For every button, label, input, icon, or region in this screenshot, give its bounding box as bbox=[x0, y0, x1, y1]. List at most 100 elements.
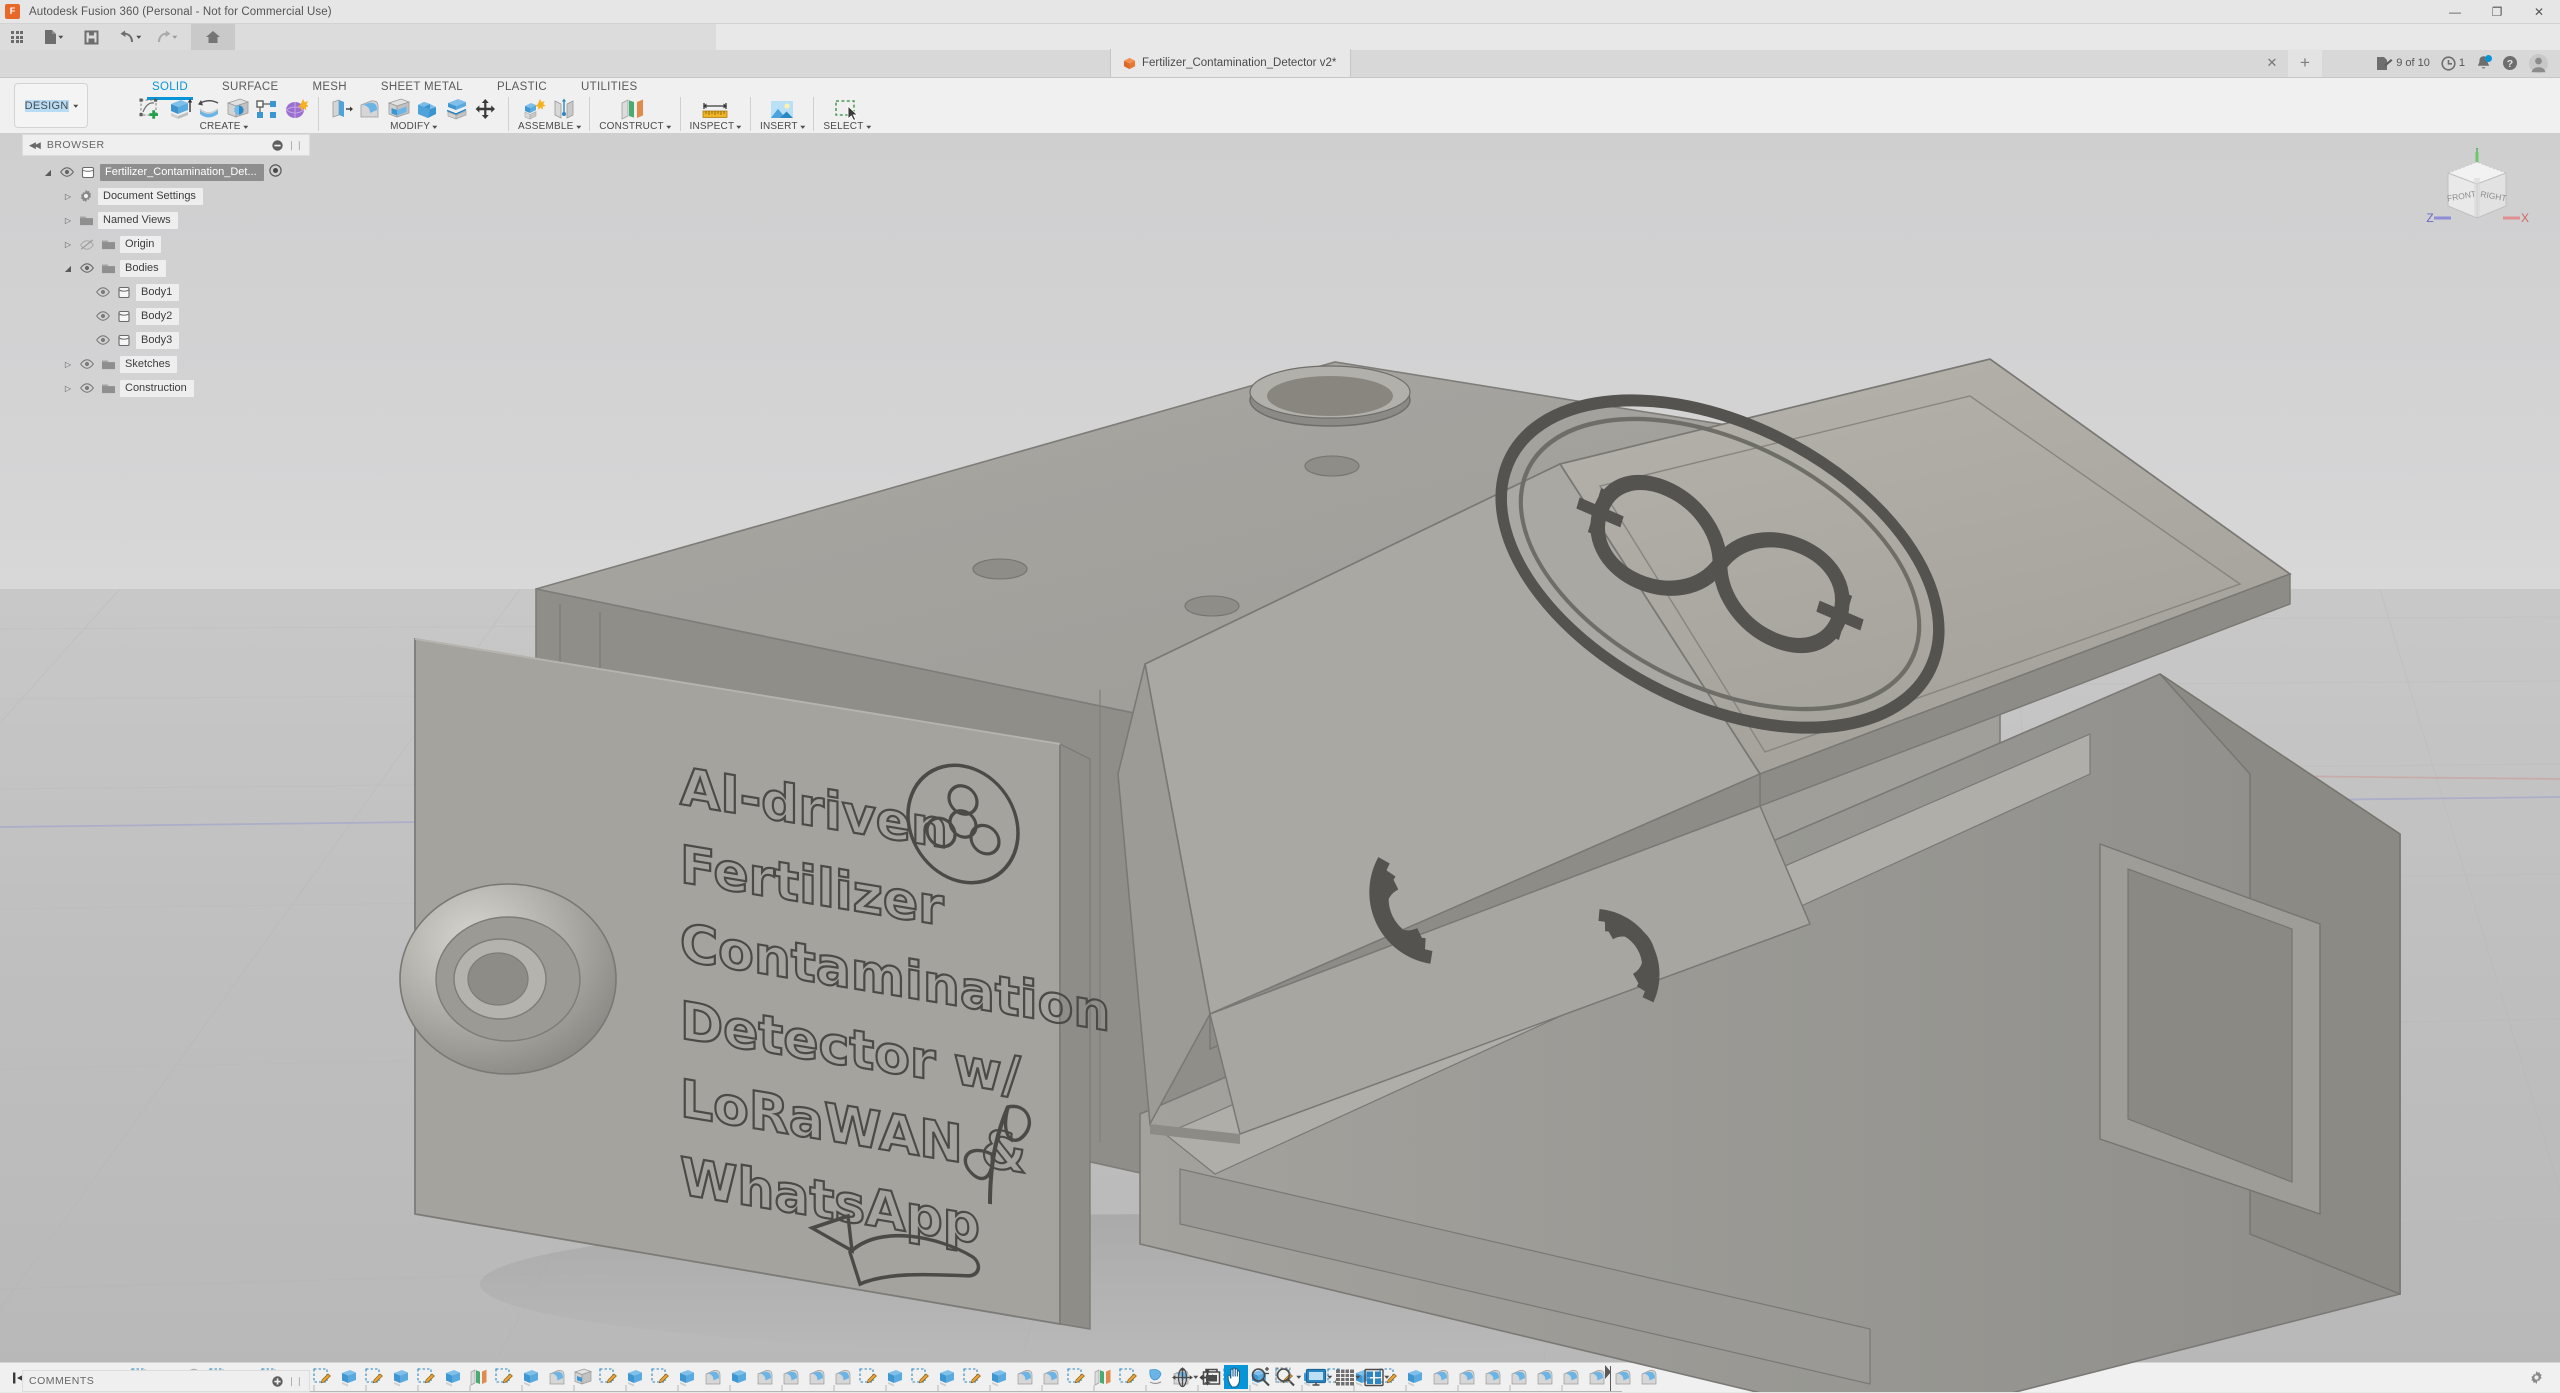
tree-item-body1[interactable]: Body1 bbox=[22, 280, 310, 304]
visibility-eye-icon[interactable] bbox=[92, 335, 114, 345]
expander-collapsed-icon[interactable]: ▷ bbox=[60, 384, 76, 393]
extrude-icon[interactable] bbox=[167, 97, 193, 122]
revolve-icon[interactable] bbox=[196, 97, 222, 122]
document-tab[interactable]: Fertilizer_Contamination_Detector v2* bbox=[1110, 49, 1351, 77]
tree-item-named-views[interactable]: ▷ Named Views bbox=[22, 208, 310, 232]
tab-utilities[interactable]: UTILITIES bbox=[564, 78, 654, 98]
tab-plastic[interactable]: PLASTIC bbox=[480, 78, 564, 98]
tree-item-body2[interactable]: Body2 bbox=[22, 304, 310, 328]
tree-item-construction[interactable]: ▷ Construction bbox=[22, 376, 310, 400]
browser-header[interactable]: ◀◀ BROWSER ❘❘ bbox=[22, 134, 310, 156]
tree-item-sketches[interactable]: ▷ Sketches bbox=[22, 352, 310, 376]
visibility-eye-off-icon[interactable] bbox=[76, 239, 98, 250]
expander-collapsed-icon[interactable]: ▷ bbox=[60, 240, 76, 249]
zoom-icon[interactable] bbox=[1248, 1365, 1273, 1389]
expander-collapsed-icon[interactable]: ▷ bbox=[60, 360, 76, 369]
save-icon[interactable] bbox=[78, 24, 104, 50]
visibility-eye-icon[interactable] bbox=[76, 359, 98, 369]
fillet-icon[interactable] bbox=[357, 97, 383, 122]
new-file-icon[interactable]: ▾ bbox=[40, 24, 66, 50]
view-cube[interactable]: Y Z X FRONT RIGHT bbox=[2408, 148, 2536, 260]
expander-collapsed-icon[interactable]: ▷ bbox=[60, 192, 76, 201]
pan-icon[interactable] bbox=[1224, 1365, 1248, 1389]
app-grid-icon[interactable] bbox=[4, 24, 30, 50]
chevron-down-icon[interactable]: ▾ bbox=[1297, 1373, 1302, 1380]
panel-select-label[interactable]: SELECT ▾ bbox=[823, 121, 870, 132]
create-sketch-icon[interactable] bbox=[138, 97, 164, 122]
tree-item-bodies[interactable]: ◢ Bodies bbox=[22, 256, 310, 280]
press-pull-icon[interactable] bbox=[328, 97, 354, 122]
expander-collapsed-icon[interactable]: ▷ bbox=[60, 216, 76, 225]
display-settings-icon[interactable]: ▾ bbox=[1303, 1365, 1334, 1389]
collapse-panel-icon[interactable]: ◀◀ bbox=[29, 140, 39, 151]
notifications-indicator[interactable] bbox=[2476, 55, 2491, 71]
tab-sheet-metal[interactable]: SHEET METAL bbox=[364, 78, 480, 98]
chevron-down-icon[interactable]: ▾ bbox=[1193, 1373, 1198, 1380]
combine-icon[interactable] bbox=[415, 97, 441, 122]
panel-resize-handle[interactable]: ❘❘ bbox=[288, 140, 303, 151]
viewport-layout-icon[interactable]: ▾ bbox=[1362, 1365, 1391, 1389]
minimize-panel-icon[interactable] bbox=[272, 140, 283, 151]
tree-item-document-settings[interactable]: ▷ Document Settings bbox=[22, 184, 310, 208]
panel-inspect-label[interactable]: INSPECT ▾ bbox=[690, 121, 741, 132]
activate-component-radio[interactable] bbox=[269, 164, 282, 180]
panel-resize-handle[interactable]: ❘❘ bbox=[288, 1376, 303, 1387]
expander-expanded-icon[interactable]: ◢ bbox=[40, 168, 56, 177]
chevron-down-icon[interactable]: ▾ bbox=[1356, 1373, 1361, 1380]
close-button[interactable]: ✕ bbox=[2518, 0, 2560, 24]
rectangular-pattern-icon[interactable] bbox=[254, 97, 280, 122]
tab-solid[interactable]: SOLID bbox=[135, 78, 205, 98]
orbit-icon[interactable]: ▾ bbox=[1170, 1365, 1200, 1389]
home-icon[interactable] bbox=[191, 24, 235, 50]
window-selection-icon[interactable] bbox=[832, 97, 862, 122]
panel-insert-label[interactable]: INSERT ▾ bbox=[760, 121, 804, 132]
new-document-tab-button[interactable]: + bbox=[2288, 49, 2322, 77]
chevron-down-icon[interactable]: ▾ bbox=[1384, 1373, 1389, 1380]
visibility-eye-icon[interactable] bbox=[92, 311, 114, 321]
measure-icon[interactable] bbox=[700, 97, 730, 122]
account-avatar[interactable] bbox=[2529, 54, 2548, 73]
visibility-eye-icon[interactable] bbox=[76, 383, 98, 393]
form-icon[interactable] bbox=[283, 97, 309, 122]
undo-icon[interactable]: ▾ bbox=[116, 24, 144, 50]
close-document-button[interactable]: ✕ bbox=[2264, 55, 2280, 71]
tree-item-origin[interactable]: ▷ Origin bbox=[22, 232, 310, 256]
shell-icon[interactable] bbox=[386, 97, 412, 122]
move-copy-icon[interactable] bbox=[473, 97, 499, 122]
tree-item-root[interactable]: ◢ Fertilizer_Contamination_Det... bbox=[22, 160, 310, 184]
tab-surface[interactable]: SURFACE bbox=[205, 78, 295, 98]
tab-mesh[interactable]: MESH bbox=[295, 78, 363, 98]
look-at-icon[interactable] bbox=[1199, 1365, 1224, 1389]
insert-image-icon[interactable] bbox=[768, 97, 796, 122]
panel-construct-label[interactable]: CONSTRUCT ▾ bbox=[599, 121, 670, 132]
fit-icon[interactable]: ▾ bbox=[1273, 1365, 1303, 1389]
split-body-icon[interactable] bbox=[444, 97, 470, 122]
minimize-button[interactable]: — bbox=[2434, 0, 2476, 24]
offset-plane-icon[interactable] bbox=[619, 97, 651, 122]
help-button[interactable]: ? bbox=[2502, 55, 2518, 71]
redo-icon[interactable]: ▾ bbox=[152, 24, 180, 50]
visibility-eye-icon[interactable] bbox=[92, 287, 114, 297]
hole-icon[interactable] bbox=[225, 97, 251, 122]
joint-icon[interactable] bbox=[551, 97, 577, 122]
recent-activity-indicator[interactable]: 1 bbox=[2441, 56, 2465, 71]
new-component-icon[interactable] bbox=[522, 97, 548, 122]
grid-glyph bbox=[11, 31, 23, 43]
expander-expanded-icon[interactable]: ◢ bbox=[60, 264, 76, 273]
panel-assemble-label[interactable]: ASSEMBLE ▾ bbox=[518, 121, 580, 132]
view-cube-faces[interactable]: FRONT RIGHT bbox=[2446, 162, 2507, 218]
visibility-eye-icon[interactable] bbox=[56, 167, 78, 177]
comments-panel[interactable]: COMMENTS ❘❘ bbox=[22, 1370, 310, 1392]
panel-construct-title: CONSTRUCT bbox=[599, 121, 664, 132]
panel-modify-label[interactable]: MODIFY ▾ bbox=[390, 121, 437, 132]
tree-item-body3[interactable]: Body3 bbox=[22, 328, 310, 352]
workspace-switcher-button[interactable]: DESIGN ▾ bbox=[14, 83, 88, 128]
design-viewport[interactable]: AI-driven Fertilizer Contamination Detec… bbox=[0, 134, 2560, 1392]
panel-create-label[interactable]: CREATE ▾ bbox=[200, 121, 248, 132]
grid-snap-icon[interactable]: ▾ bbox=[1333, 1365, 1362, 1389]
jobs-status-indicator[interactable]: 9 of 10 bbox=[2376, 56, 2430, 71]
maximize-button[interactable]: ❐ bbox=[2476, 0, 2518, 24]
visibility-eye-icon[interactable] bbox=[76, 263, 98, 273]
chevron-down-icon[interactable]: ▾ bbox=[1327, 1373, 1332, 1380]
add-comment-icon[interactable] bbox=[272, 1376, 283, 1387]
